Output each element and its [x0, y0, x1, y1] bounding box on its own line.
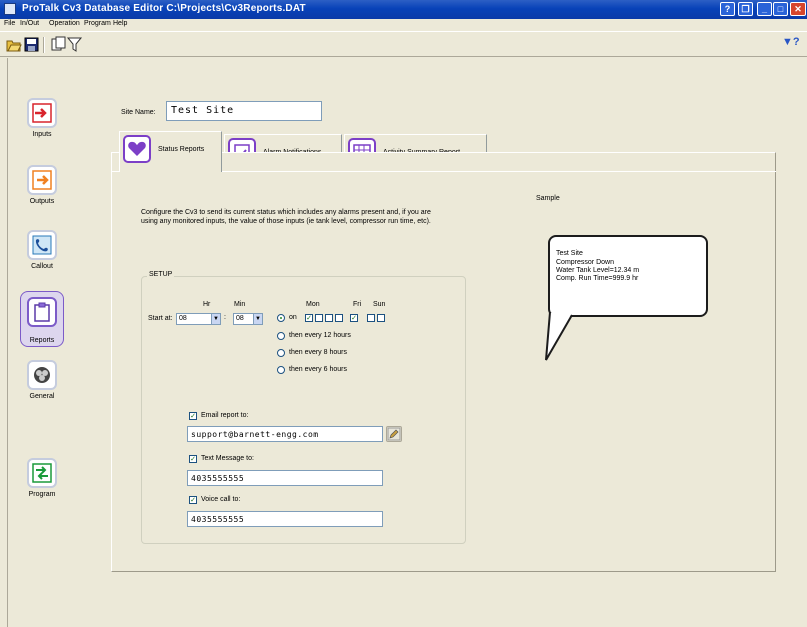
maximize-button[interactable]: □: [773, 2, 788, 16]
voice-call-checkbox[interactable]: ✓: [189, 496, 197, 504]
day-checkbox-thu[interactable]: [335, 314, 343, 322]
callout-icon: [27, 230, 57, 260]
edit-email-button[interactable]: [386, 426, 402, 442]
minimize-button[interactable]: _: [757, 2, 772, 16]
min-label: Min: [234, 301, 246, 308]
toolbar: ▼?: [0, 31, 807, 57]
menu-help[interactable]: Help: [113, 20, 127, 27]
restore-button[interactable]: ❐: [738, 2, 753, 16]
menu-file[interactable]: File: [4, 20, 15, 27]
sidebar-item-general[interactable]: General: [16, 360, 72, 410]
day-checkbox-sun[interactable]: [377, 314, 385, 322]
option-label: then every 12 hours: [289, 332, 351, 339]
sidebar-item-outputs[interactable]: Outputs: [16, 165, 72, 215]
sun-label: Sun: [373, 301, 386, 308]
on-label: on: [289, 314, 297, 321]
heart-icon: [123, 135, 151, 163]
pencil-icon: [387, 427, 401, 441]
site-name-label: Site Name:: [121, 109, 156, 116]
sample-line: Compressor Down: [556, 259, 614, 266]
text-message-field[interactable]: 4035555555: [187, 470, 383, 486]
hour-select[interactable]: 08 ▼: [176, 313, 221, 325]
day-checkbox-mon[interactable]: ✓: [305, 314, 313, 322]
day-checkbox-fri[interactable]: ✓: [350, 314, 358, 322]
sidebar-item-program[interactable]: Program: [16, 458, 72, 508]
tab-status-reports[interactable]: Status Reports: [119, 131, 222, 172]
hr-label: Hr: [203, 301, 211, 308]
setup-title: SETUP: [147, 271, 175, 278]
title-bar: ProTalk Cv3 Database Editor C:\Projects\…: [0, 0, 807, 19]
window-title: ProTalk Cv3 Database Editor C:\Projects\…: [22, 3, 306, 14]
copy-icon[interactable]: [50, 36, 67, 53]
option-on-radio[interactable]: [277, 314, 285, 322]
minute-value: 08: [236, 315, 244, 322]
hour-value: 08: [179, 315, 187, 322]
sidebar: Inputs Outputs Callout Reports General P…: [16, 84, 76, 592]
text-message-label: Text Message to:: [201, 455, 254, 462]
day-checkbox-wed[interactable]: [325, 314, 333, 322]
program-icon: [27, 458, 57, 488]
text-message-checkbox[interactable]: ✓: [189, 455, 197, 463]
sidebar-item-reports[interactable]: Reports: [16, 291, 72, 353]
chevron-down-icon[interactable]: ▼: [253, 314, 262, 324]
app-icon: [4, 3, 16, 15]
window-left-border: [7, 58, 8, 627]
context-help-icon[interactable]: ▼?: [782, 36, 800, 48]
description-text: Configure the Cv3 to send its current st…: [141, 209, 431, 225]
general-icon: [27, 360, 57, 390]
sidebar-item-label: Reports: [29, 337, 55, 344]
day-checkbox-tue[interactable]: [315, 314, 323, 322]
menu-program[interactable]: Program: [84, 20, 111, 27]
filter-icon[interactable]: [66, 36, 83, 53]
tab-label: Status Reports: [158, 146, 205, 153]
open-icon[interactable]: [5, 36, 22, 53]
mon-label: Mon: [306, 301, 320, 308]
start-at-label: Start at:: [148, 315, 173, 322]
save-icon[interactable]: [23, 36, 40, 53]
menu-inout[interactable]: In/Out: [20, 20, 39, 27]
toolbar-separator: [43, 37, 45, 53]
time-separator: :: [224, 314, 226, 321]
sidebar-item-label: Program: [28, 491, 56, 498]
sample-bubble: Test Site Compressor Down Water Tank Lev…: [548, 235, 708, 317]
option-label: then every 6 hours: [289, 366, 347, 373]
option-8-hours-radio[interactable]: [277, 349, 285, 357]
chevron-down-icon[interactable]: ▼: [211, 314, 220, 324]
reports-icon: [27, 297, 57, 327]
sample-line: Test Site: [556, 250, 583, 257]
sidebar-item-label: Inputs: [32, 131, 52, 138]
help-window-button[interactable]: ?: [720, 2, 735, 16]
menu-operation[interactable]: Operation: [49, 20, 80, 27]
email-checkbox[interactable]: ✓: [189, 412, 197, 420]
bubble-tail: [545, 312, 573, 361]
sidebar-item-label: Callout: [31, 263, 53, 270]
close-button[interactable]: ✕: [790, 2, 806, 16]
sidebar-item-inputs[interactable]: Inputs: [16, 98, 72, 148]
voice-call-field[interactable]: 4035555555: [187, 511, 383, 527]
email-label: Email report to:: [201, 412, 249, 419]
option-label: then every 8 hours: [289, 349, 347, 356]
voice-call-label: Voice call to:: [201, 496, 241, 503]
outputs-icon: [27, 165, 57, 195]
site-name-input[interactable]: Test Site: [166, 101, 322, 121]
sample-line: Water Tank Level=12.34 m: [556, 267, 640, 274]
fri-label: Fri: [353, 301, 362, 308]
sidebar-item-label: Outputs: [29, 198, 55, 205]
menu-bar: File In/Out Operation Program Help: [0, 19, 807, 31]
option-6-hours-radio[interactable]: [277, 366, 285, 374]
day-checkbox-sat[interactable]: [367, 314, 375, 322]
sample-line: Comp. Run Time=999.9 hr: [556, 275, 639, 282]
sample-label: Sample: [536, 195, 560, 202]
inputs-icon: [27, 98, 57, 128]
email-field[interactable]: support@barnett-engg.com: [187, 426, 383, 442]
minute-select[interactable]: 08 ▼: [233, 313, 263, 325]
sidebar-item-label: General: [29, 393, 55, 400]
sidebar-item-callout[interactable]: Callout: [16, 230, 72, 280]
option-12-hours-radio[interactable]: [277, 332, 285, 340]
